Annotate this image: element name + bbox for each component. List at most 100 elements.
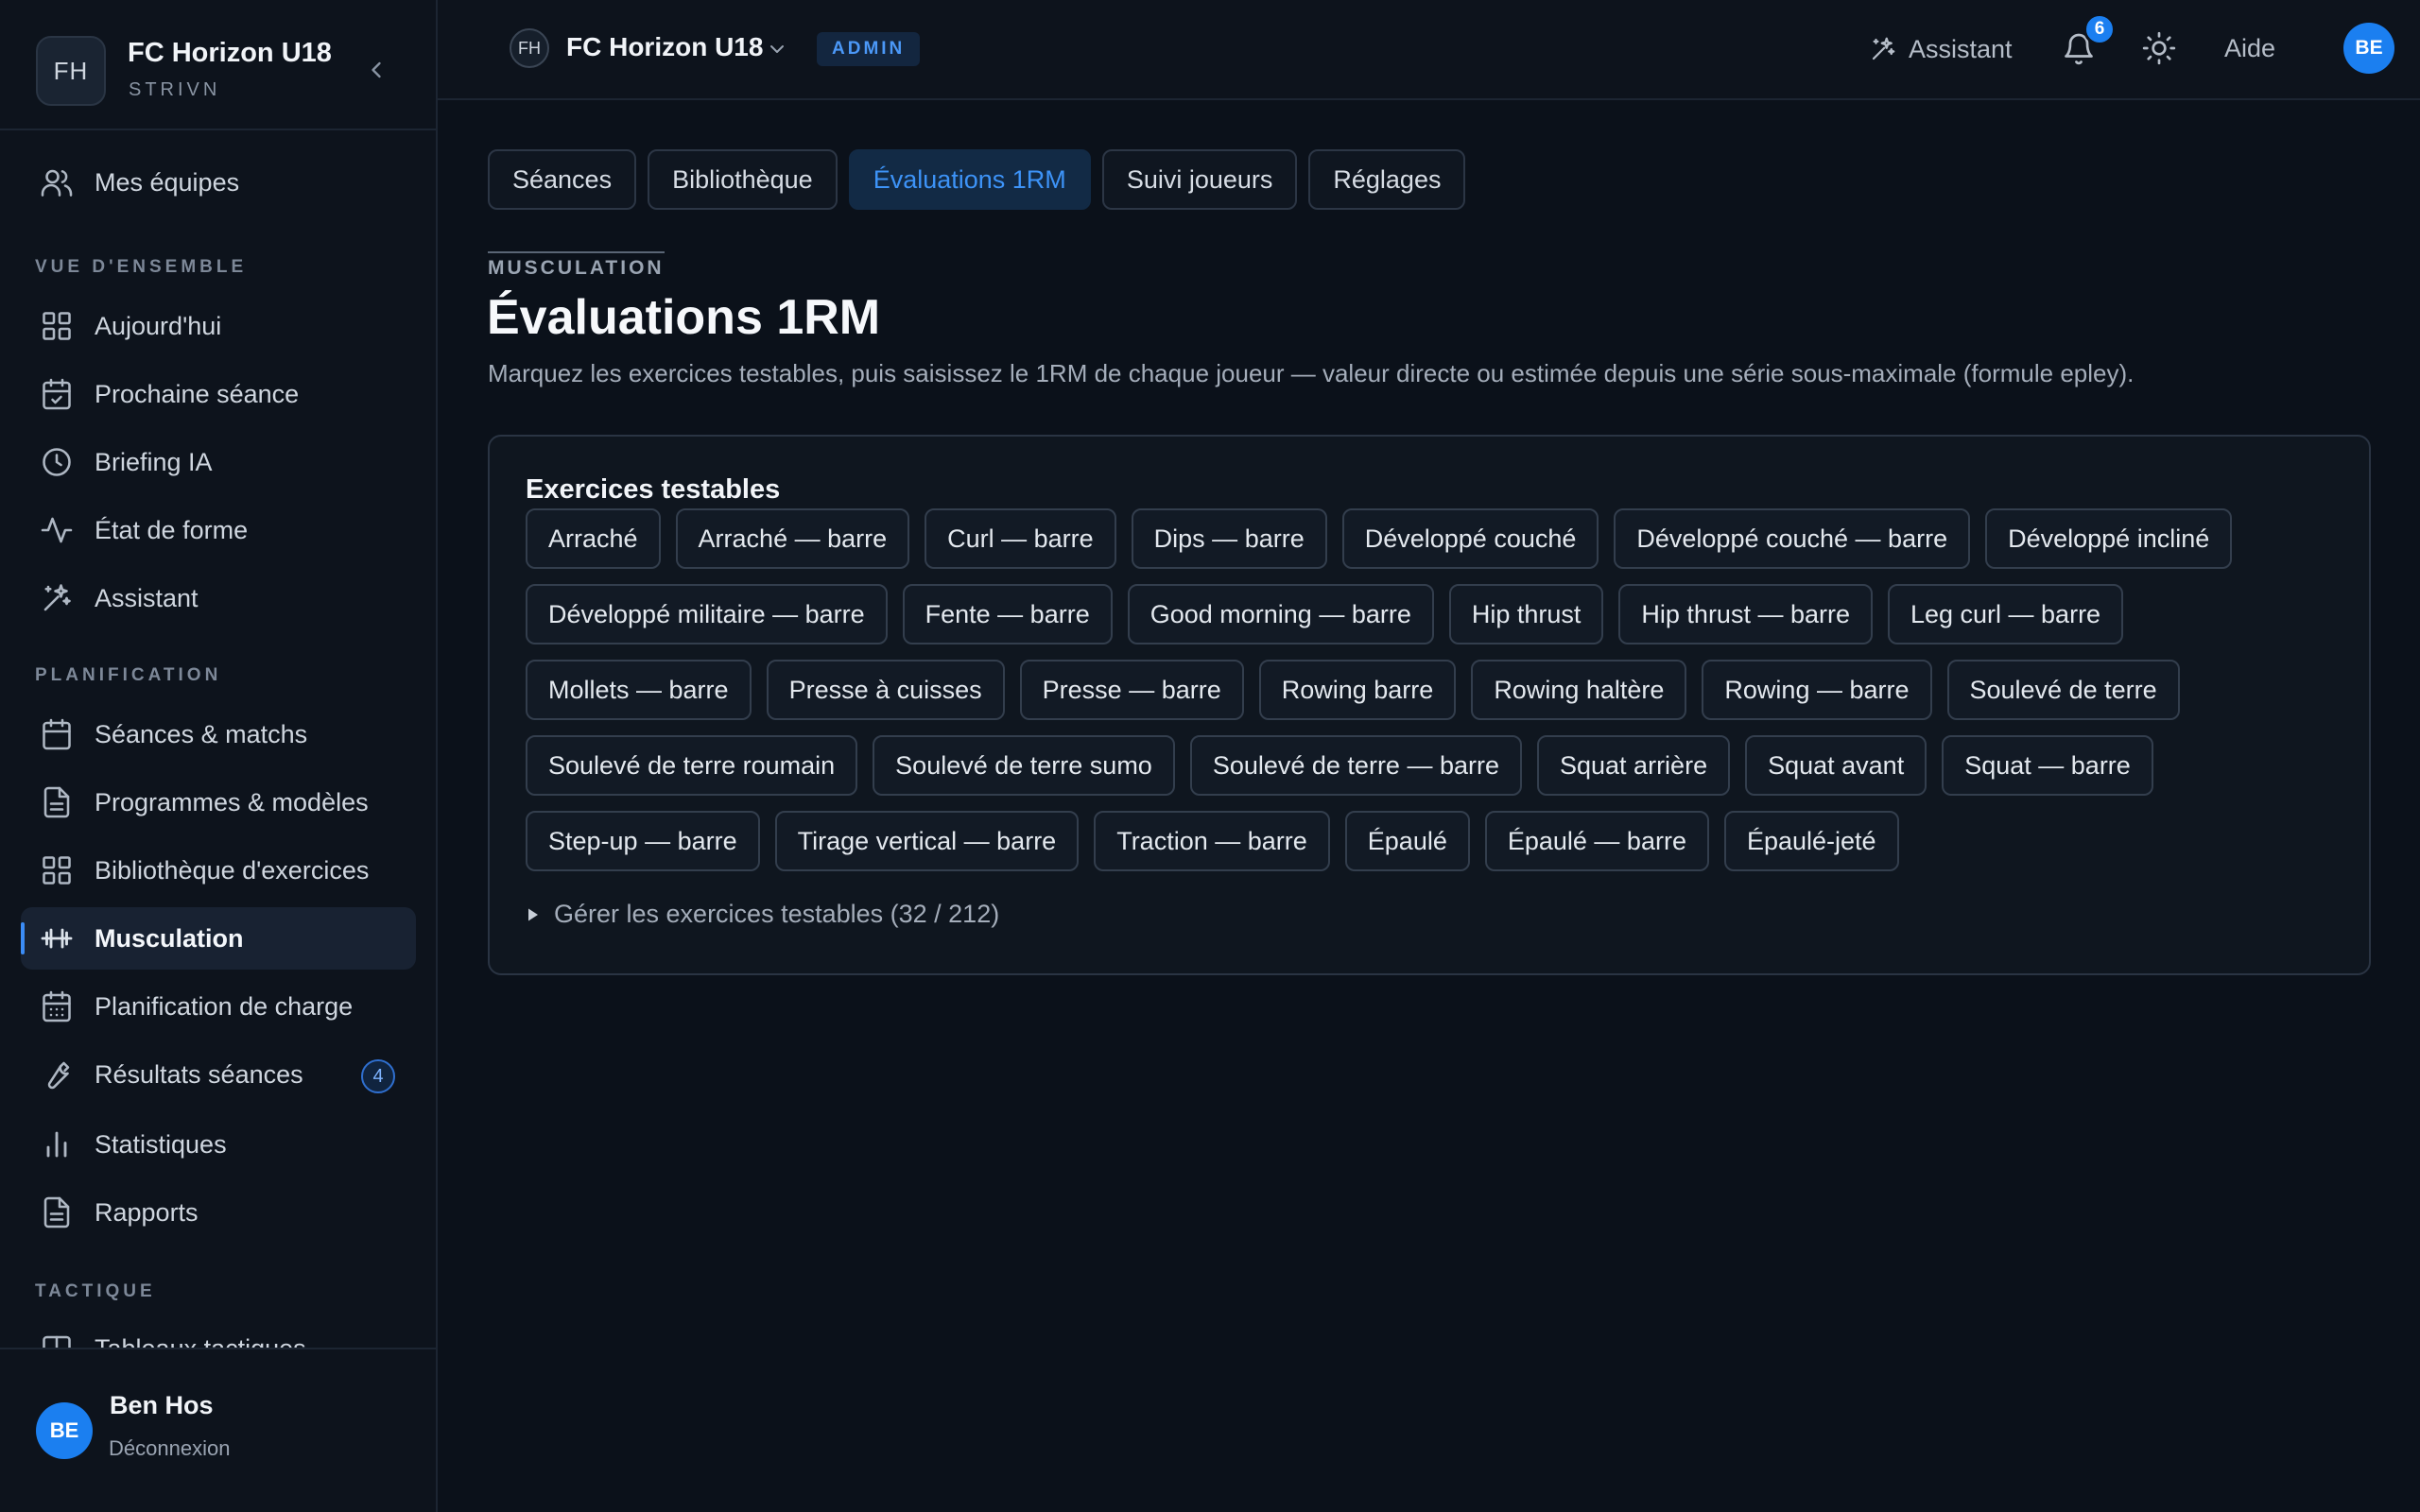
- exercise-chip[interactable]: Hip thrust: [1448, 584, 1604, 644]
- sidebar-item-programs[interactable]: Programmes & modèles: [21, 771, 416, 833]
- exercise-chip[interactable]: Tirage vertical — barre: [774, 811, 1080, 871]
- exercise-chip-list: Arraché Arraché — barre Curl — barre Dips —…: [526, 508, 2322, 871]
- exercise-chip[interactable]: Squat — barre: [1942, 735, 2153, 796]
- sparkles-icon: [43, 584, 71, 611]
- chevron-down-icon: [770, 45, 784, 53]
- bar-chart-icon: [46, 1131, 67, 1158]
- section-label-planning: PLANIFICATION: [35, 665, 222, 685]
- module-tabs: Séances Bibliothèque Évaluations 1RM Sui…: [488, 149, 1466, 210]
- sidebar-item-label: Mes équipes: [95, 167, 240, 197]
- exercise-chip[interactable]: Développé incliné: [1985, 508, 2233, 569]
- exercise-chip[interactable]: Leg curl — barre: [1887, 584, 2124, 644]
- exercise-chip[interactable]: Arraché — barre: [675, 508, 910, 569]
- exercise-chip[interactable]: Traction — barre: [1094, 811, 1330, 871]
- sidebar-item-load-planning[interactable]: Planification de charge: [21, 975, 416, 1038]
- page-eyebrow: MUSCULATION: [488, 251, 665, 280]
- exercise-chip[interactable]: Hip thrust — barre: [1618, 584, 1873, 644]
- sidebar-item-fitness[interactable]: État de forme: [21, 499, 416, 561]
- logout-link[interactable]: Déconnexion: [109, 1436, 230, 1461]
- calendar-icon: [43, 718, 71, 750]
- testable-exercises-card: Exercices testables Arraché Arraché — bar…: [488, 435, 2371, 975]
- tab-library[interactable]: Bibliothèque: [648, 149, 838, 210]
- sidebar-item-label: Programmes & modèles: [95, 787, 369, 816]
- tab-player-tracking[interactable]: Suivi joueurs: [1101, 149, 1298, 210]
- team-avatar[interactable]: FH: [510, 28, 549, 68]
- sidebar-item-ai-briefing[interactable]: Briefing IA: [21, 431, 416, 493]
- sidebar-item-label: Bibliothèque d'exercices: [95, 855, 370, 885]
- sidebar-item-statistics[interactable]: Statistiques: [21, 1113, 416, 1176]
- activity-icon: [41, 517, 73, 543]
- avatar[interactable]: BE: [36, 1402, 93, 1459]
- exercise-chip[interactable]: Step-up — barre: [526, 811, 760, 871]
- assistant-button[interactable]: Assistant: [1869, 26, 2013, 72]
- exercise-chip[interactable]: Good morning — barre: [1127, 584, 1434, 644]
- sidebar-item-label: Musculation: [95, 923, 244, 953]
- sidebar-item-label: Séances & matchs: [95, 719, 308, 748]
- sidebar-item-label: Statistiques: [95, 1129, 227, 1159]
- team-switcher-caret[interactable]: [766, 38, 788, 60]
- exercise-chip[interactable]: Développé couché: [1341, 508, 1599, 569]
- exercise-chip[interactable]: Squat avant: [1745, 735, 1927, 796]
- session-results-count-badge: 4: [361, 1059, 395, 1093]
- sidebar-item-assistant[interactable]: Assistant: [21, 567, 416, 629]
- sidebar-item-session-results[interactable]: Résultats séances 4: [21, 1043, 416, 1106]
- exercise-chip[interactable]: Développé couché — barre: [1614, 508, 1971, 569]
- exercise-chip[interactable]: Épaulé-jeté: [1723, 811, 1899, 871]
- exercise-chip[interactable]: Squat arrière: [1537, 735, 1731, 796]
- manage-testable-label: Gérer les exercices testables (32 / 212): [554, 900, 1000, 928]
- exercise-chip[interactable]: Mollets — barre: [526, 660, 752, 720]
- exercise-chip[interactable]: Épaulé: [1344, 811, 1470, 871]
- exercise-chip[interactable]: Soulevé de terre: [1946, 660, 2180, 720]
- exercise-chip[interactable]: Épaulé — barre: [1484, 811, 1709, 871]
- exercise-chip[interactable]: Soulevé de terre — barre: [1189, 735, 1522, 796]
- users-icon: [41, 169, 73, 197]
- assistant-button-label: Assistant: [1909, 34, 2013, 63]
- exercise-chip[interactable]: Presse — barre: [1019, 660, 1244, 720]
- board-icon: [43, 1335, 71, 1348]
- exercise-chip[interactable]: Curl — barre: [925, 508, 1116, 569]
- exercise-chip[interactable]: Soulevé de terre roumain: [526, 735, 858, 796]
- grid-icon: [43, 856, 71, 885]
- user-footer: BE Ben Hos Déconnexion: [0, 1348, 436, 1512]
- help-link[interactable]: Aide: [2224, 34, 2275, 63]
- avatar[interactable]: BE: [2343, 23, 2394, 74]
- sidebar-item-label: Résultats séances: [95, 1059, 303, 1089]
- exercise-chip[interactable]: Rowing haltère: [1471, 660, 1687, 720]
- exercise-chip[interactable]: Dips — barre: [1131, 508, 1327, 569]
- sidebar-item-next-session[interactable]: Prochaine séance: [21, 363, 416, 425]
- theme-toggle-button[interactable]: [2141, 30, 2177, 66]
- tab-settings[interactable]: Réglages: [1308, 149, 1466, 210]
- exercise-chip[interactable]: Arraché: [526, 508, 661, 569]
- user-name: Ben Hos: [110, 1391, 214, 1419]
- sidebar-item-reports[interactable]: Rapports: [21, 1181, 416, 1244]
- sidebar-item-exercise-library[interactable]: Bibliothèque d'exercices: [21, 839, 416, 902]
- exercise-chip[interactable]: Fente — barre: [902, 584, 1113, 644]
- org-name: FC Horizon U18: [128, 38, 332, 68]
- exercise-chip[interactable]: Soulevé de terre sumo: [873, 735, 1175, 796]
- card-title: Exercices testables: [526, 474, 781, 505]
- exercise-chip[interactable]: Rowing barre: [1258, 660, 1457, 720]
- document-icon: [43, 1196, 70, 1228]
- sidebar-item-tactical-boards[interactable]: Tableaux tactiques: [21, 1317, 416, 1348]
- wrench-icon: [47, 1061, 70, 1090]
- org-header: FH FC Horizon U18 STRIVN: [0, 0, 436, 130]
- sidebar-item-strength[interactable]: Musculation: [21, 907, 416, 970]
- exercise-chip[interactable]: Presse à cuisses: [766, 660, 1005, 720]
- calendar-grid-icon: [43, 990, 71, 1022]
- exercise-chip[interactable]: Rowing — barre: [1702, 660, 1932, 720]
- sidebar-item-sessions-matches[interactable]: Séances & matchs: [21, 703, 416, 765]
- sidebar-item-label: Assistant: [95, 583, 199, 612]
- team-switcher[interactable]: FC Horizon U18: [566, 32, 763, 62]
- exercise-chip[interactable]: Développé militaire — barre: [526, 584, 888, 644]
- manage-testable-toggle[interactable]: Gérer les exercices testables (32 / 212): [526, 900, 999, 929]
- sidebar-item-label: Briefing IA: [95, 447, 213, 476]
- collapse-sidebar-button[interactable]: [363, 57, 389, 83]
- sidebar-item-my-teams[interactable]: Mes équipes: [21, 151, 416, 214]
- org-logo: FH: [36, 36, 106, 106]
- sidebar: FH FC Horizon U18 STRIVN Mes équipes VUE…: [0, 0, 438, 1512]
- tab-sessions[interactable]: Séances: [488, 149, 637, 210]
- page-description: Marquez les exercices testables, puis sa…: [488, 359, 2135, 387]
- page-title: Évaluations 1RM: [487, 290, 881, 345]
- tab-1rm-evaluations[interactable]: Évaluations 1RM: [848, 149, 1091, 210]
- sidebar-item-today[interactable]: Aujourd'hui: [21, 295, 416, 357]
